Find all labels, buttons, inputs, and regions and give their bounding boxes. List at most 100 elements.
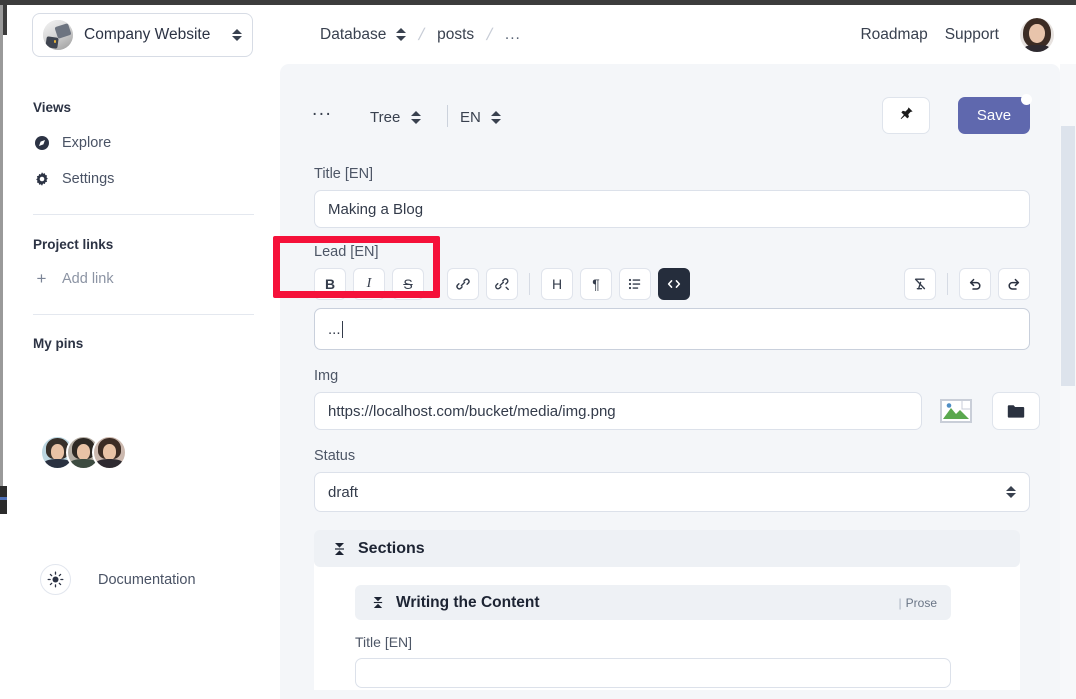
scrollbar-track[interactable] bbox=[1060, 64, 1076, 699]
field-label: Lead [EN] bbox=[314, 244, 379, 260]
member-avatar-3[interactable] bbox=[92, 435, 127, 470]
language-label: EN bbox=[460, 109, 481, 126]
subsection-title-input[interactable] bbox=[355, 658, 951, 688]
sidebar-item-label: Explore bbox=[62, 134, 112, 151]
unlink-button[interactable] bbox=[486, 268, 518, 300]
main-toolbar: ... Tree EN Save bbox=[280, 64, 1060, 134]
pins-avatar-group bbox=[40, 435, 127, 470]
project-switcher[interactable]: Company Website bbox=[32, 13, 253, 57]
gear-icon bbox=[33, 170, 50, 187]
documentation-label: Documentation bbox=[98, 571, 196, 588]
sidebar-item-explore[interactable]: Explore bbox=[7, 129, 280, 156]
subsection-field-title: Title [EN] bbox=[355, 634, 951, 688]
img-row: https://localhost.com/bucket/media/img.p… bbox=[314, 392, 1040, 430]
updown-chevron-icon bbox=[1005, 485, 1016, 499]
italic-button[interactable]: I bbox=[353, 268, 385, 300]
main-panel: ... Tree EN Save Title [EN] Making a Blo… bbox=[280, 64, 1060, 699]
field-lead: Lead [EN] B I S H ¶ ... bbox=[314, 244, 1030, 350]
breadcrumb-database[interactable]: Database bbox=[320, 26, 386, 44]
compass-icon bbox=[33, 134, 50, 151]
app-header: Company Website Database / posts / ... R… bbox=[7, 5, 1076, 64]
save-button-label: Save bbox=[976, 107, 1012, 124]
field-label: Status bbox=[314, 448, 356, 464]
updown-chevron-icon bbox=[231, 28, 242, 42]
sun-icon bbox=[40, 564, 71, 595]
subsection-type-label: Prose bbox=[905, 595, 937, 610]
project-avatar-icon bbox=[43, 20, 73, 50]
subsection-header[interactable]: Writing the Content | Prose bbox=[355, 585, 951, 620]
unsaved-changes-badge bbox=[1021, 94, 1032, 105]
collapse-icon[interactable] bbox=[372, 596, 384, 609]
app-root: Company Website Database / posts / ... R… bbox=[0, 0, 1076, 699]
subsection-type-badge: | Prose bbox=[898, 595, 937, 610]
breadcrumb-item-posts[interactable]: posts bbox=[437, 26, 474, 44]
sidebar: Views Explore Settings Project links + A… bbox=[7, 64, 280, 699]
sections-header[interactable]: Sections bbox=[314, 530, 1020, 567]
text-caret bbox=[341, 320, 343, 338]
field-label: Title [EN] bbox=[355, 634, 413, 650]
view-mode-label: Tree bbox=[370, 109, 401, 126]
clear-format-button[interactable] bbox=[904, 268, 936, 300]
breadcrumb: Database / posts / ... bbox=[320, 5, 521, 64]
field-label: Title [EN] bbox=[314, 166, 374, 182]
toolbar-divider bbox=[447, 105, 448, 127]
breadcrumb-updown-chevron-icon[interactable] bbox=[395, 28, 406, 41]
bold-button[interactable]: B bbox=[314, 268, 346, 300]
toolbar-divider bbox=[435, 273, 436, 295]
chevron-down-icon bbox=[410, 111, 421, 124]
sidebar-heading-project-links: Project links bbox=[33, 237, 114, 252]
pin-icon bbox=[899, 106, 914, 126]
field-title: Title [EN] Making a Blog bbox=[314, 166, 1030, 228]
sidebar-item-settings[interactable]: Settings bbox=[7, 165, 280, 192]
heading-button[interactable]: H bbox=[541, 268, 573, 300]
status-select[interactable]: draft bbox=[314, 472, 1030, 512]
sidebar-heading-views: Views bbox=[33, 100, 72, 115]
header-right-group: Roadmap Support bbox=[860, 5, 1054, 64]
window-edge-artifact-line bbox=[0, 497, 7, 500]
avatar[interactable] bbox=[1020, 17, 1054, 52]
breadcrumb-separator-1: / bbox=[417, 24, 427, 44]
breadcrumb-separator-2: / bbox=[484, 24, 495, 44]
img-url-input[interactable]: https://localhost.com/bucket/media/img.p… bbox=[314, 392, 922, 430]
sidebar-heading-my-pins: My pins bbox=[33, 336, 84, 351]
toolbar-divider bbox=[947, 273, 948, 295]
field-img: Img https://localhost.com/bucket/media/i… bbox=[314, 368, 1040, 430]
roadmap-link[interactable]: Roadmap bbox=[860, 26, 927, 44]
documentation-row[interactable]: Documentation bbox=[40, 564, 196, 595]
rich-text-toolbar: B I S H ¶ bbox=[314, 268, 1030, 300]
paragraph-button[interactable]: ¶ bbox=[580, 268, 612, 300]
sections-card: Sections Writing the Content |Prose Tit bbox=[314, 530, 1020, 690]
sidebar-item-label: Add link bbox=[62, 270, 114, 287]
undo-button[interactable] bbox=[959, 268, 991, 300]
more-options-button[interactable]: ... bbox=[312, 100, 332, 119]
bullet-list-button[interactable] bbox=[619, 268, 651, 300]
breadcrumb-item-ellipsis[interactable]: ... bbox=[505, 26, 521, 44]
field-label: Img bbox=[314, 368, 339, 384]
link-button[interactable] bbox=[447, 268, 479, 300]
view-mode-select[interactable]: Tree bbox=[370, 109, 421, 126]
record-form: Title [EN] Making a Blog Lead [EN] B I S bbox=[314, 166, 1040, 690]
window-edge-artifact bbox=[0, 486, 7, 514]
strikethrough-button[interactable]: S bbox=[392, 268, 424, 300]
window-edge-rail bbox=[0, 5, 3, 486]
browse-files-button[interactable] bbox=[992, 392, 1040, 430]
lead-editor[interactable]: ... bbox=[314, 308, 1030, 350]
language-select[interactable]: EN bbox=[460, 109, 502, 126]
lead-editor-text: ... bbox=[328, 320, 341, 338]
save-button[interactable]: Save bbox=[958, 94, 1032, 134]
project-name-label: Company Website bbox=[84, 26, 211, 43]
collapse-icon[interactable] bbox=[333, 542, 346, 556]
pin-button[interactable] bbox=[882, 97, 930, 134]
sidebar-item-label: Settings bbox=[62, 170, 115, 187]
title-input[interactable]: Making a Blog bbox=[314, 190, 1030, 228]
sidebar-item-add-link[interactable]: + Add link bbox=[7, 265, 280, 292]
chevron-down-icon bbox=[491, 111, 502, 124]
broken-image-icon bbox=[940, 399, 972, 423]
code-block-button[interactable] bbox=[658, 268, 690, 300]
toolbar-divider bbox=[529, 273, 530, 295]
status-select-value: draft bbox=[328, 483, 359, 501]
scrollbar-thumb[interactable] bbox=[1061, 126, 1075, 386]
support-link[interactable]: Support bbox=[945, 26, 999, 44]
field-status: Status draft bbox=[314, 448, 1030, 512]
redo-button[interactable] bbox=[998, 268, 1030, 300]
